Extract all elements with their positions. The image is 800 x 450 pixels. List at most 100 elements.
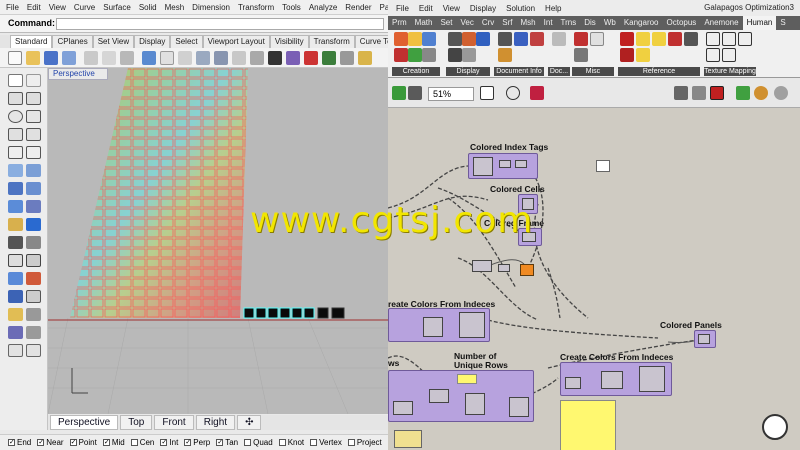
light-icon[interactable] — [358, 51, 372, 65]
gh-canvas[interactable]: Colored Index Tags Colored Cells Colored… — [388, 108, 800, 450]
menu-render[interactable]: Render — [345, 3, 371, 12]
display-mode-icon[interactable] — [774, 86, 788, 100]
mirror-icon[interactable] — [8, 326, 23, 339]
osnap-cen[interactable]: Cen — [130, 438, 154, 447]
misc-red-icon[interactable] — [574, 32, 588, 46]
freeform-curve-icon[interactable] — [26, 146, 41, 159]
four-views-icon[interactable] — [250, 51, 264, 65]
curve-icon[interactable] — [8, 146, 23, 159]
gh-tab-dis[interactable]: Dis — [580, 16, 600, 30]
texture-cyl-icon[interactable] — [722, 48, 736, 62]
osnap-mid[interactable]: ✓ Mid — [102, 438, 125, 447]
polygon-icon[interactable] — [26, 128, 41, 141]
box-icon[interactable] — [8, 182, 23, 195]
osnap-checkbox[interactable] — [310, 439, 318, 446]
undo-icon[interactable] — [142, 51, 156, 65]
display-icon[interactable] — [448, 32, 462, 46]
gh-menu-solution[interactable]: Solution — [506, 4, 535, 13]
gh-tab-wb[interactable]: Wb — [600, 16, 620, 30]
copy-object-icon[interactable] — [26, 254, 41, 267]
polyline-icon[interactable] — [26, 92, 41, 105]
zoom-extents-icon[interactable] — [480, 86, 494, 100]
menu-dimension[interactable]: Dimension — [192, 3, 230, 12]
menu-view[interactable]: View — [49, 3, 66, 12]
text-icon[interactable] — [26, 236, 41, 249]
osnap-int[interactable]: ✓ Int — [160, 438, 178, 447]
colored-panels-node[interactable] — [694, 330, 716, 348]
gh-tab-int[interactable]: Int — [540, 16, 557, 30]
gh-tab-msh[interactable]: Msh — [517, 16, 540, 30]
gh-tab-human[interactable]: Human — [742, 16, 777, 30]
print-icon[interactable] — [62, 51, 76, 65]
osnap-point[interactable]: ✓ Point — [69, 438, 97, 447]
rotate-icon[interactable] — [8, 344, 23, 357]
gh-tab-set[interactable]: Set — [436, 16, 456, 30]
palette-icon[interactable] — [408, 32, 422, 46]
relay-node-2[interactable] — [498, 264, 510, 272]
dimension-icon[interactable] — [8, 236, 23, 249]
line-icon[interactable] — [8, 92, 23, 105]
menu-transform[interactable]: Transform — [238, 3, 274, 12]
osnap-vertex[interactable]: Vertex — [310, 438, 342, 447]
osnap-checkbox[interactable] — [347, 439, 355, 446]
menu-curve[interactable]: Curve — [74, 3, 95, 12]
reference-bulb-icon[interactable] — [636, 32, 650, 46]
render-icon[interactable] — [286, 51, 300, 65]
hsv-icon[interactable] — [408, 48, 422, 62]
layer-info-icon[interactable] — [514, 32, 528, 46]
tab-perspective[interactable]: Perspective — [50, 415, 119, 430]
colored-index-tags-node[interactable] — [468, 153, 538, 179]
material-icon[interactable] — [754, 86, 768, 100]
move-icon[interactable] — [8, 254, 23, 267]
bake-icon[interactable] — [736, 86, 750, 100]
gh-tab-anemone[interactable]: Anemone — [700, 16, 742, 30]
display-tags-icon[interactable] — [462, 48, 476, 62]
gh-tab-srf[interactable]: Srf — [498, 16, 516, 30]
gh-tab-crv[interactable]: Crv — [478, 16, 498, 30]
arc-icon[interactable] — [26, 110, 41, 123]
gh-tab-math[interactable]: Math — [411, 16, 437, 30]
texture-cube-icon[interactable] — [706, 32, 720, 46]
menu-file[interactable]: File — [6, 3, 19, 12]
number-of-unique-rows-group[interactable] — [388, 370, 534, 422]
canvas-widget-icon[interactable] — [394, 430, 422, 448]
osnap-project[interactable]: Project — [347, 438, 382, 447]
osnap-checkbox[interactable]: ✓ — [102, 439, 110, 446]
sphere-icon[interactable] — [26, 182, 41, 195]
osnap-checkbox[interactable]: ✓ — [37, 439, 45, 446]
surface-icon[interactable] — [8, 164, 23, 177]
gh-tab-octopus[interactable]: Octopus — [663, 16, 701, 30]
rgb-icon[interactable] — [422, 48, 436, 62]
viewport-title[interactable]: Perspective — [48, 68, 108, 80]
osnap-checkbox[interactable] — [244, 439, 252, 446]
menu-mesh[interactable]: Mesh — [165, 3, 185, 12]
tab-standard[interactable]: Standard — [10, 35, 53, 48]
create-colors-left-node[interactable] — [388, 308, 490, 342]
tab-right[interactable]: Right — [195, 415, 236, 430]
preview-eye-icon[interactable] — [506, 86, 520, 100]
gh-menu-edit[interactable]: Edit — [419, 4, 433, 13]
perspective-viewport[interactable] — [48, 68, 388, 414]
texture-sphere-icon[interactable] — [722, 32, 736, 46]
rectangle-icon[interactable] — [8, 128, 23, 141]
options-icon[interactable] — [340, 51, 354, 65]
shade-icon[interactable] — [268, 51, 282, 65]
trim-icon[interactable] — [8, 272, 23, 285]
relay-node[interactable] — [472, 260, 492, 272]
create-colors-right-node[interactable] — [560, 362, 672, 396]
zoom-window-icon[interactable] — [214, 51, 228, 65]
new-icon[interactable] — [8, 51, 22, 65]
reference-pick-icon[interactable] — [620, 48, 634, 62]
gh-tab-s[interactable]: S — [776, 16, 789, 30]
osnap-checkbox[interactable] — [130, 439, 138, 446]
doc-icon[interactable] — [552, 32, 566, 46]
tab-viewport-layout[interactable]: Viewport Layout — [202, 35, 270, 48]
tab-front[interactable]: Front — [154, 415, 194, 430]
osnap-end[interactable]: ✓ End — [8, 438, 31, 447]
tab-cplanes[interactable]: CPlanes — [52, 35, 93, 48]
layer-icon[interactable] — [304, 51, 318, 65]
misc-tool-icon[interactable] — [574, 48, 588, 62]
gh-menu-view[interactable]: View — [443, 4, 460, 13]
reference-red-icon[interactable] — [620, 32, 634, 46]
preview-selected-icon[interactable] — [710, 86, 724, 100]
